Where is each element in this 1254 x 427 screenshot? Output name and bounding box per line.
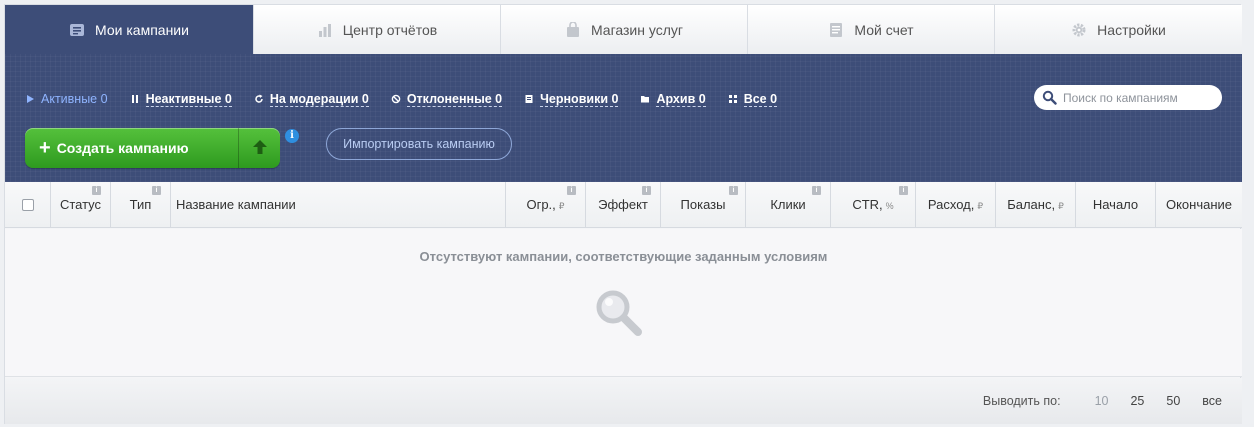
- column-label: Клики: [770, 197, 806, 212]
- col-limit[interactable]: i Огр., ₽: [506, 182, 586, 227]
- col-ctr[interactable]: i CTR,%: [831, 182, 916, 227]
- filter-drafts[interactable]: Черновики 0: [524, 91, 619, 107]
- tab-settings[interactable]: Настройки: [994, 5, 1242, 54]
- table-body: Отсутствуют кампании, соответствующие за…: [5, 229, 1242, 377]
- search-icon: [1042, 90, 1057, 105]
- column-label: Показы: [680, 197, 726, 212]
- column-label: Окончание: [1165, 197, 1233, 212]
- settings-icon: [1071, 22, 1087, 38]
- account-icon: [828, 22, 844, 38]
- campaigns-icon: [69, 22, 85, 38]
- page-size-label: Выводить по:: [982, 394, 1061, 408]
- table-footer: Выводить по: 10 25 50 все: [5, 378, 1242, 424]
- upload-campaign-button[interactable]: [238, 128, 280, 168]
- col-start[interactable]: Начало: [1076, 182, 1156, 227]
- page-size-all[interactable]: все: [1202, 394, 1222, 408]
- col-balance[interactable]: Баланс, ₽: [996, 182, 1076, 227]
- tab-service-shop[interactable]: Магазин услуг: [500, 5, 747, 54]
- play-icon: [25, 94, 35, 104]
- column-info-icon[interactable]: i: [92, 186, 101, 195]
- shop-icon: [565, 21, 581, 38]
- campaigns-panel: Мои кампании Центр отчётов Магазин услуг…: [4, 4, 1242, 424]
- create-campaign-label: Создать кампанию: [56, 140, 189, 156]
- select-all-checkbox[interactable]: [21, 198, 34, 211]
- column-info-icon[interactable]: i: [812, 186, 821, 195]
- col-spend[interactable]: Расход, ₽: [916, 182, 996, 227]
- tab-report-center[interactable]: Центр отчётов: [253, 5, 500, 54]
- page-size-50[interactable]: 50: [1166, 394, 1180, 408]
- column-unit: %: [885, 201, 894, 211]
- col-effect[interactable]: i Эффект: [586, 182, 661, 227]
- campaign-search: [1034, 85, 1222, 110]
- column-label: Статус: [59, 197, 102, 212]
- filter-label: Архив 0: [656, 91, 706, 107]
- main-tabs: Мои кампании Центр отчётов Магазин услуг…: [5, 5, 1242, 54]
- empty-state-message: Отсутствуют кампании, соответствующие за…: [419, 249, 828, 264]
- filter-archive[interactable]: Архив 0: [640, 91, 706, 107]
- column-unit: ₽: [977, 200, 984, 211]
- tab-label: Магазин услуг: [590, 21, 683, 38]
- info-icon[interactable]: i: [285, 129, 299, 143]
- filter-rejected[interactable]: Отклоненные 0: [391, 91, 503, 107]
- column-info-icon[interactable]: i: [567, 186, 576, 195]
- tab-label: Настройки: [1097, 21, 1166, 38]
- column-label: Огр.,: [526, 197, 556, 212]
- filter-label: Неактивные 0: [145, 91, 232, 107]
- column-label: Начало: [1092, 197, 1139, 212]
- col-end[interactable]: Окончание: [1156, 182, 1242, 227]
- table-header: i Статус i Тип Название кампании i Огр.,…: [5, 182, 1242, 228]
- reports-icon: [317, 22, 333, 38]
- refresh-icon: [254, 94, 264, 104]
- status-filters: Активные 0 Неактивные 0 На модерации 0 О…: [25, 91, 799, 107]
- filter-moderation[interactable]: На модерации 0: [254, 92, 369, 107]
- column-info-icon[interactable]: i: [729, 186, 738, 195]
- filter-label: Активные 0: [41, 92, 108, 106]
- col-type[interactable]: i Тип: [111, 182, 171, 227]
- filter-label: Черновики 0: [540, 91, 619, 107]
- column-info-icon[interactable]: i: [642, 186, 651, 195]
- column-label: Расход,: [927, 197, 975, 212]
- column-info-icon[interactable]: i: [152, 186, 161, 195]
- arrow-up-icon: [252, 139, 268, 158]
- draft-icon: [524, 94, 534, 104]
- col-campaign-name[interactable]: Название кампании: [171, 182, 506, 227]
- col-status[interactable]: i Статус: [51, 182, 111, 227]
- select-all-cell: [5, 182, 51, 227]
- create-campaign-main[interactable]: + Создать кампанию: [25, 128, 238, 168]
- search-input[interactable]: [1063, 90, 1213, 105]
- filter-label: На модерации 0: [269, 91, 369, 107]
- column-label: Эффект: [598, 197, 648, 212]
- tab-label: Центр отчётов: [342, 21, 438, 38]
- plus-icon: +: [39, 137, 51, 159]
- page-size-10[interactable]: 10: [1095, 394, 1109, 408]
- filter-label: Все 0: [743, 91, 778, 107]
- col-clicks[interactable]: i Клики: [746, 182, 831, 227]
- column-info-icon[interactable]: i: [899, 186, 908, 195]
- column-label: Тип: [129, 197, 152, 212]
- tab-label: Мой счет: [854, 21, 914, 38]
- folder-icon: [640, 94, 650, 104]
- pause-icon: [130, 94, 140, 104]
- tab-my-account[interactable]: Мой счет: [747, 5, 994, 54]
- filter-label: Отклоненные 0: [406, 91, 503, 107]
- filter-toolbar: Активные 0 Неактивные 0 На модерации 0 О…: [5, 54, 1242, 182]
- column-unit: ₽: [1058, 200, 1064, 211]
- column-unit: ₽: [558, 200, 565, 211]
- magnifier-icon: [593, 287, 647, 344]
- tab-my-campaigns[interactable]: Мои кампании: [5, 5, 253, 54]
- column-label: Баланс,: [1007, 197, 1056, 212]
- col-impressions[interactable]: i Показы: [661, 182, 746, 227]
- blocked-icon: [391, 94, 401, 104]
- column-label: Название кампании: [176, 197, 296, 212]
- filter-active[interactable]: Активные 0: [25, 92, 108, 106]
- grid-icon: [728, 94, 738, 104]
- filter-all[interactable]: Все 0: [728, 91, 778, 107]
- create-campaign-button: + Создать кампанию: [25, 128, 280, 168]
- import-campaign-button[interactable]: Импортировать кампанию: [326, 128, 512, 160]
- import-campaign-label: Импортировать кампанию: [343, 137, 495, 151]
- tab-label: Мои кампании: [95, 21, 189, 38]
- filter-inactive[interactable]: Неактивные 0: [130, 92, 232, 107]
- page-size-25[interactable]: 25: [1130, 394, 1144, 408]
- column-label: CTR,: [852, 197, 883, 212]
